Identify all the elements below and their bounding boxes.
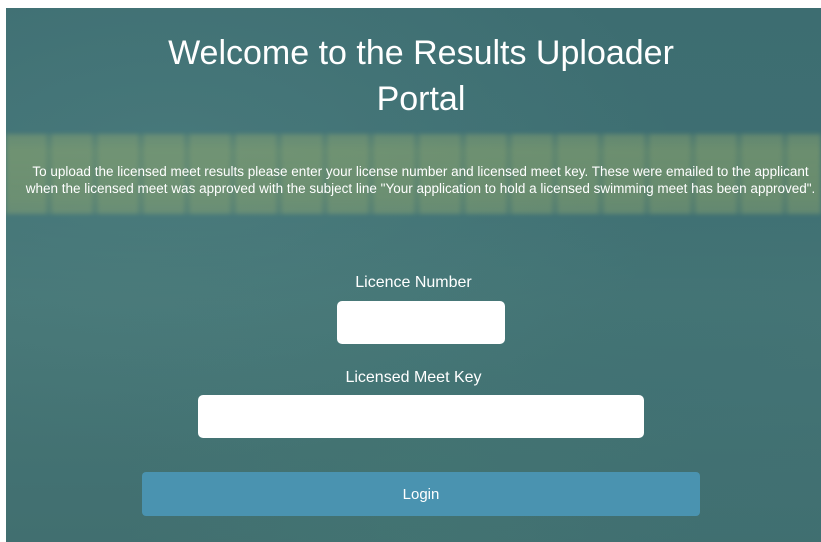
licence-number-input[interactable] — [337, 301, 505, 344]
intro-text: To upload the licensed meet results plea… — [25, 164, 816, 196]
portal-panel: Welcome to the Results Uploader Portal T… — [6, 8, 821, 542]
licence-number-label: Licence Number — [355, 274, 472, 291]
meet-key-input[interactable] — [198, 395, 644, 438]
page-title-line-2: Portal — [376, 80, 466, 118]
page-title: Welcome to the Results Uploader Portal — [6, 30, 821, 122]
page-title-line-1: Welcome to the Results Uploader — [168, 34, 674, 72]
login-button[interactable]: Login — [142, 472, 700, 516]
meet-key-label: Licensed Meet Key — [345, 369, 482, 386]
